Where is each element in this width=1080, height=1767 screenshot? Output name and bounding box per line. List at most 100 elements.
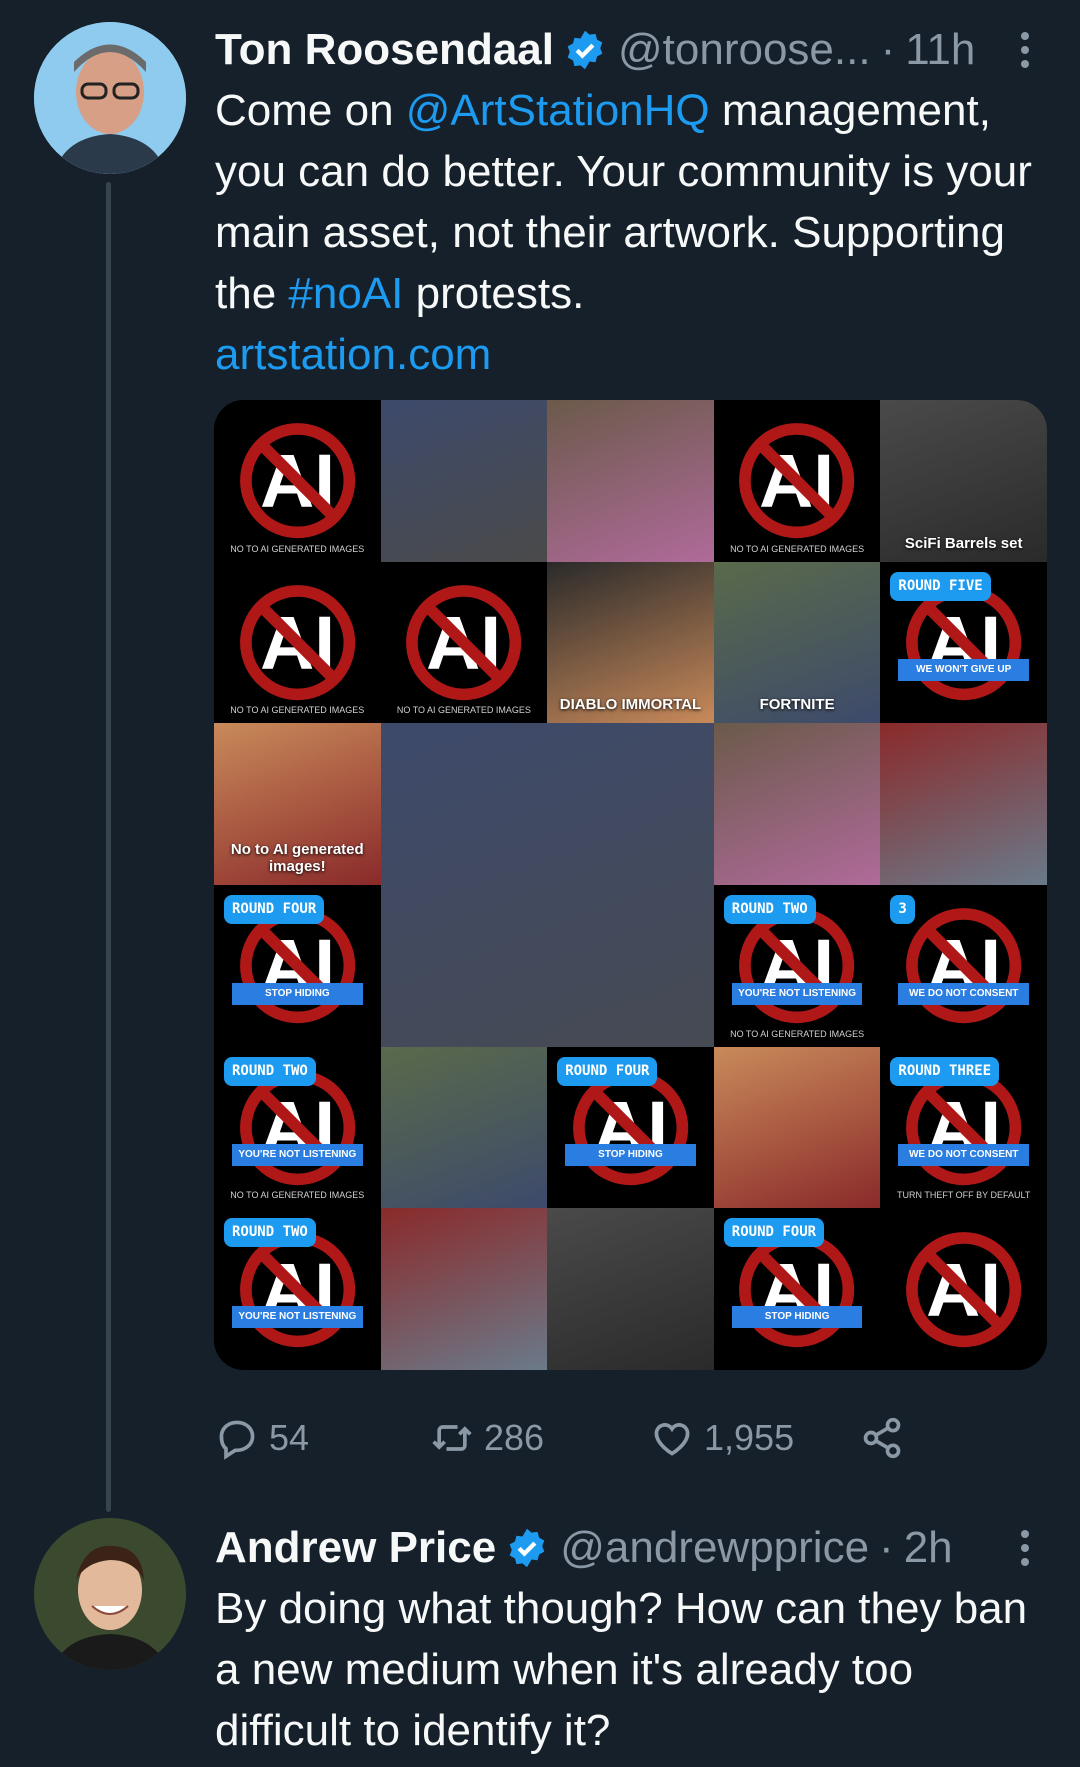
no-ai-protest-tile: AI NO TO AI GENERATED IMAGES [214, 561, 381, 724]
tweet-ton-roosendaal: Ton Roosendaal @tonroose... · 11h Come o… [0, 0, 1080, 1512]
like-count: 1,955 [704, 1417, 795, 1458]
artwork-tile: SciFi Barrels set [880, 400, 1047, 562]
artwork-tile [713, 1046, 881, 1209]
round-badge: ROUND FOUR [557, 1056, 658, 1086]
round-badge: ROUND TWO [224, 1056, 316, 1086]
avatar-ton-roosendaal[interactable] [34, 22, 186, 174]
tweet-text: By doing what though? How can they ban a… [215, 1584, 1028, 1755]
text-suffix: protests. [403, 269, 585, 318]
artwork-tile [380, 400, 548, 562]
reply-icon [219, 1420, 255, 1460]
protest-ribbon: STOP HIDING [232, 982, 363, 1005]
no-ai-protest-tile: AIROUND TWOYOU'RE NOT LISTENINGNO TO AI … [713, 885, 881, 1047]
no-ai-protest-tile: AI NO TO AI GENERATED IMAGES [713, 400, 881, 562]
protest-ribbon: WE WON'T GIVE UP [898, 659, 1029, 682]
round-badge: ROUND FOUR [224, 895, 325, 924]
artwork-tile: No to AI generated images! [214, 723, 381, 885]
retweet-icon [432, 1425, 472, 1451]
protest-ribbon: STOP HIDING [565, 1144, 696, 1167]
no-ai-protest-tile: AI3 WE DO NOT CONSENT [880, 885, 1047, 1047]
no-ai-symbol-icon: AI [239, 423, 355, 539]
text-prefix: Come on [215, 86, 406, 135]
author-handle[interactable]: @tonroose... [618, 25, 871, 75]
media-collage[interactable]: AI NO TO AI GENERATED IMAGES AI NO TO AI GE… [214, 400, 1047, 1370]
tweet-header: Andrew Price @andrewpprice · 2h [215, 1518, 1045, 1578]
artwork-tile [547, 1208, 714, 1370]
round-badge: ROUND FIVE [890, 571, 991, 601]
tile-caption: NO TO AI GENERATED IMAGES [730, 543, 865, 554]
round-badge: ROUND TWO [224, 1218, 316, 1248]
tweet-text: Come on @ArtStationHQ management, you ca… [215, 80, 1045, 385]
no-ai-symbol-icon: AI [906, 1231, 1022, 1347]
hashtag-link[interactable]: #noAI [288, 269, 403, 318]
no-ai-protest-tile: AI [880, 1208, 1047, 1370]
timestamp[interactable]: 2h [904, 1523, 953, 1573]
author-name[interactable]: Ton Roosendaal [215, 25, 554, 75]
no-ai-symbol-icon: AI [906, 908, 1022, 1024]
tile-caption: NO TO AI GENERATED IMAGES [230, 705, 365, 716]
artwork-tile [380, 1208, 548, 1370]
heart-icon [654, 1423, 690, 1456]
tile-caption: NO TO AI GENERATED IMAGES [230, 1190, 365, 1201]
no-ai-protest-tile: AIROUND FOURSTOP HIDING [713, 1208, 881, 1370]
reply-button[interactable]: 54 [215, 1408, 309, 1468]
verified-badge-icon [567, 30, 603, 70]
tile-caption: NO TO AI GENERATED IMAGES [730, 1028, 865, 1039]
like-button[interactable]: 1,955 [650, 1408, 794, 1468]
tile-caption: TURN THEFT OFF BY DEFAULT [897, 1190, 1031, 1201]
no-ai-protest-tile: AIROUND TWOYOU'RE NOT LISTENING [214, 1208, 381, 1370]
round-badge: ROUND THREE [890, 1056, 1000, 1086]
share-icon [863, 1417, 901, 1459]
author-handle[interactable]: @andrewpprice [560, 1523, 869, 1573]
no-ai-protest-tile: AIROUND FOURSTOP HIDING [214, 885, 381, 1047]
tweet-andrew-price: Andrew Price @andrewpprice · 2h By doing… [0, 1500, 1080, 1767]
share-button[interactable] [860, 1408, 904, 1468]
no-ai-symbol-icon: AI [739, 423, 855, 539]
no-ai-protest-tile: AIROUND THREEWE DO NOT CONSENTTURN THEFT… [880, 1046, 1047, 1209]
retweet-button[interactable]: 286 [430, 1408, 544, 1468]
no-ai-symbol-icon: AI [239, 584, 355, 701]
action-bar: 54 286 1,955 [215, 1408, 915, 1468]
artwork-tile [880, 723, 1047, 885]
no-ai-protest-tile: AI NO TO AI GENERATED IMAGES [214, 400, 381, 562]
timestamp[interactable]: 11h [905, 25, 975, 75]
round-badge: 3 [890, 895, 915, 924]
avatar-andrew-price[interactable] [34, 1518, 186, 1670]
thread-line [106, 182, 111, 1512]
no-ai-symbol-icon: AI [406, 584, 522, 701]
protest-ribbon: YOU'RE NOT LISTENING [731, 982, 863, 1005]
artwork-title: DIABLO IMMORTAL [559, 696, 702, 714]
author-name[interactable]: Andrew Price [215, 1523, 496, 1573]
mention-link[interactable]: @ArtStationHQ [406, 86, 710, 135]
no-ai-protest-tile: AIROUND TWOYOU'RE NOT LISTENINGNO TO AI … [214, 1046, 381, 1209]
url-link[interactable]: artstation.com [215, 330, 491, 379]
protest-ribbon: YOU'RE NOT LISTENING [232, 1306, 363, 1328]
artwork-tile [713, 723, 881, 885]
tweet-header: Ton Roosendaal @tonroose... · 11h [215, 20, 1045, 80]
verified-badge-icon [509, 1528, 545, 1568]
artwork-tile [380, 1046, 548, 1209]
separator-dot: · [880, 25, 896, 74]
no-ai-protest-tile: AIROUND FOURSTOP HIDING [547, 1046, 714, 1209]
tile-caption: NO TO AI GENERATED IMAGES [230, 543, 365, 554]
no-ai-protest-tile: AI NO TO AI GENERATED IMAGES [380, 561, 548, 724]
protest-ribbon: WE DO NOT CONSENT [898, 1144, 1029, 1167]
artwork-title: FORTNITE [759, 696, 835, 714]
protest-ribbon: STOP HIDING [731, 1306, 863, 1328]
artwork-tile: FORTNITE [713, 561, 881, 724]
separator-dot: · [879, 1523, 894, 1572]
retweet-count: 286 [484, 1417, 545, 1458]
artwork-title: SciFi Barrels set [904, 534, 1023, 552]
no-ai-protest-tile: AIROUND FIVEWE WON'T GIVE UP [880, 561, 1047, 724]
round-badge: ROUND TWO [723, 895, 816, 924]
tile-caption: NO TO AI GENERATED IMAGES [396, 705, 531, 716]
protest-ribbon: YOU'RE NOT LISTENING [232, 1144, 363, 1167]
more-options-icon[interactable] [1005, 1523, 1045, 1573]
artwork-title: No to AI generated images! [230, 841, 364, 875]
more-options-icon[interactable] [1005, 25, 1045, 75]
artwork-tile [547, 400, 714, 562]
artwork-tile: DIABLO IMMORTAL [547, 561, 714, 724]
reply-count: 54 [269, 1417, 310, 1458]
protest-ribbon: WE DO NOT CONSENT [898, 982, 1029, 1005]
round-badge: ROUND FOUR [723, 1218, 825, 1248]
